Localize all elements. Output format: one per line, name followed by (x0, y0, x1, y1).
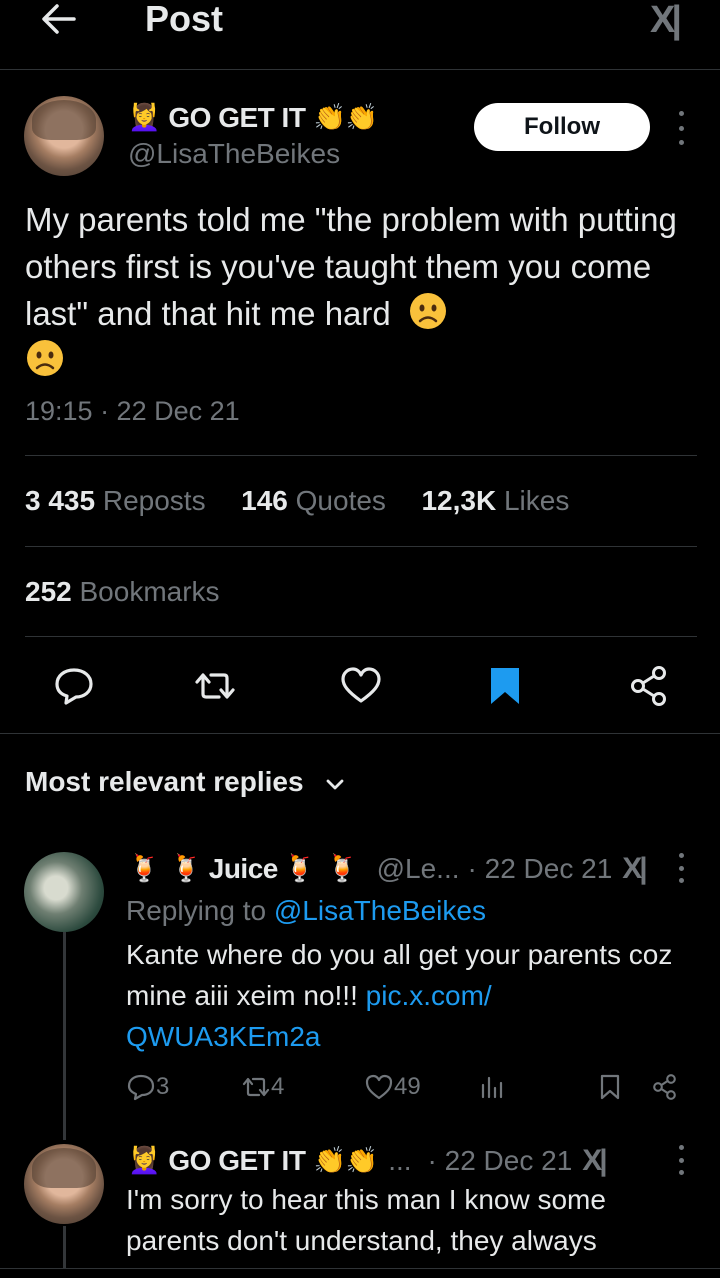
divider (0, 733, 720, 734)
post-body: My parents told me "the problem with put… (25, 201, 677, 332)
reply-author-handle: @Le... (376, 853, 460, 884)
reply-share-action[interactable] (650, 1072, 680, 1102)
reply-icon (127, 1074, 155, 1101)
post-timestamp[interactable]: 19:15 · 22 Dec 21 (25, 396, 240, 427)
reply-more-options-icon[interactable] (671, 853, 691, 883)
reply-avatar[interactable] (24, 852, 104, 932)
reply-like-action[interactable]: 49 (364, 1072, 421, 1102)
frowning-face-emoji-icon (409, 293, 446, 329)
x-logo-icon: X| (650, 0, 682, 41)
more-options-icon[interactable] (671, 111, 691, 145)
cocktail-emoji: 🍹 (170, 854, 203, 884)
author-name-row[interactable]: 💆‍♀️ GO GET IT 👏👏 (128, 102, 378, 134)
follow-button[interactable]: Follow (474, 103, 650, 151)
divider (25, 546, 697, 547)
reply-date: · 22 Dec 21 (467, 853, 613, 884)
reply-date: · 22 Dec 21 (427, 1145, 573, 1176)
share-icon[interactable] (627, 664, 671, 708)
author-emoji-suffix: 👏👏 (313, 103, 379, 133)
reply-icon[interactable] (52, 664, 96, 708)
bookmark-icon (600, 1074, 620, 1100)
replies-sort-label[interactable]: Most relevant replies (25, 766, 304, 798)
avatar[interactable] (24, 96, 104, 176)
reposts-stat[interactable]: 3 435 Reposts (25, 485, 206, 516)
reply-handle-truncated: ... (388, 1145, 412, 1176)
thread-line (63, 932, 66, 1140)
reply-author-name: Juice (208, 853, 279, 884)
cocktail-emoji: 🍹 (326, 854, 359, 884)
likes-stat[interactable]: 12,3K Likes (421, 485, 569, 516)
bookmarks-stat[interactable]: 252 Bookmarks (25, 576, 220, 608)
divider (25, 455, 697, 456)
analytics-icon (481, 1076, 503, 1099)
reply-bookmark-action[interactable] (595, 1072, 625, 1102)
reply-avatar[interactable] (24, 1144, 104, 1224)
reply-views-action[interactable] (477, 1072, 507, 1102)
page-title: Post (145, 0, 224, 39)
like-heart-icon[interactable] (339, 664, 383, 708)
quotes-stat[interactable]: 146 Quotes (241, 485, 386, 516)
reply-media-link[interactable]: pic.x.com/ (366, 980, 492, 1011)
share-icon (653, 1074, 676, 1100)
back-arrow-icon[interactable] (38, 0, 78, 40)
thread-line (63, 1226, 66, 1268)
repost-icon (242, 1077, 270, 1097)
author-emoji-prefix: 💆‍♀️ (128, 103, 161, 133)
cocktail-emoji: 🍹 (128, 854, 161, 884)
author-emoji-prefix: 💆‍♀️ (128, 1146, 161, 1176)
replying-to-handle[interactable]: @LisaTheBeikes (274, 895, 486, 926)
author-handle[interactable]: @LisaTheBeikes (128, 138, 340, 170)
replying-to: Replying to @LisaTheBeikes (126, 895, 486, 926)
like-heart-icon (365, 1074, 393, 1100)
reply-text: Kante where do you all get your parents … (126, 939, 673, 1052)
reply-repost-action[interactable]: 4 (241, 1072, 284, 1102)
reply-media-link[interactable]: QWUA3KEm2a (126, 1021, 321, 1052)
engagement-stats: 3 435 Reposts 146 Quotes 12,3K Likes (25, 485, 569, 517)
x-logo-icon: X| (622, 852, 647, 885)
reply-text: I'm sorry to hear this man I know some p… (126, 1184, 606, 1256)
reply-more-options-icon[interactable] (671, 1145, 691, 1175)
divider (25, 636, 697, 637)
bookmark-icon[interactable] (483, 664, 527, 708)
chevron-down-icon[interactable] (325, 775, 345, 795)
x-logo-icon: X| (582, 1144, 607, 1177)
frowning-face-emoji-icon (27, 340, 63, 376)
reply-author-row[interactable]: 🍹 🍹 Juice 🍹 🍹 @Le... · 22 Dec 21 X| (128, 852, 648, 886)
reply-author-row[interactable]: 💆‍♀️ GO GET IT 👏👏 ... · 22 Dec 21 X| (128, 1144, 608, 1178)
reply-comment-action[interactable]: 3 (126, 1072, 169, 1102)
top-bar: Post X| (0, 0, 720, 70)
bottom-edge (0, 1268, 720, 1278)
reply-author-name: GO GET IT (168, 1145, 306, 1176)
cocktail-emoji: 🍹 (283, 854, 317, 884)
author-emoji-suffix: 👏👏 (313, 1146, 379, 1176)
post-text: My parents told me "the problem with put… (25, 196, 705, 384)
author-name: GO GET IT (168, 102, 306, 133)
repost-icon[interactable] (193, 664, 237, 708)
